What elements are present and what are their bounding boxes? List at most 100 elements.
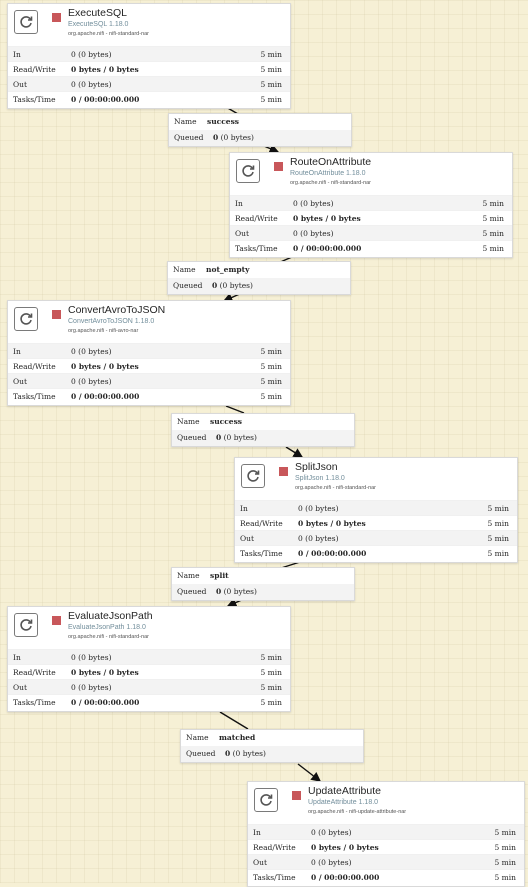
stopped-square-icon[interactable] bbox=[274, 162, 283, 171]
stopped-square-icon[interactable] bbox=[52, 616, 61, 625]
stat-row-in: In 0 (0 bytes) 5 min bbox=[230, 195, 512, 210]
stat-label: Out bbox=[240, 534, 254, 543]
stat-row-read-write: Read/Write 0 bytes / 0 bytes 5 min bbox=[8, 358, 290, 373]
processor-routeonattribute[interactable]: RouteOnAttribute RouteOnAttribute 1.18.0… bbox=[229, 152, 513, 258]
stat-value: 0 (0 bytes) bbox=[71, 377, 112, 386]
stat-value: 0 (0 bytes) bbox=[71, 50, 112, 59]
processor-header: RouteOnAttribute RouteOnAttribute 1.18.0… bbox=[230, 153, 512, 195]
stat-time: 5 min bbox=[260, 668, 283, 677]
connection-name-row: Name split bbox=[172, 568, 354, 584]
connection-queued-row: Queued 0 (0 bytes) bbox=[172, 584, 354, 600]
connection-queued-row: Queued 0 (0 bytes) bbox=[168, 278, 350, 294]
queued-size: (0 bytes) bbox=[220, 133, 254, 142]
stat-time: 5 min bbox=[260, 50, 283, 59]
queued-count: 0 bbox=[225, 749, 231, 758]
stat-label: Out bbox=[13, 377, 27, 386]
stat-row-tasks-time: Tasks/Time 0 / 00:00:00.000 5 min bbox=[248, 869, 524, 884]
stat-row-out: Out 0 (0 bytes) 5 min bbox=[8, 76, 290, 91]
stat-time: 5 min bbox=[260, 653, 283, 662]
processor-splitjson[interactable]: SplitJson SplitJson 1.18.0 org.apache.ni… bbox=[234, 457, 518, 563]
stat-time: 5 min bbox=[260, 377, 283, 386]
stat-value: 0 (0 bytes) bbox=[71, 80, 112, 89]
refresh-icon bbox=[254, 788, 278, 812]
processor-type: EvaluateJsonPath 1.18.0 bbox=[68, 624, 146, 631]
connection-queued-row: Queued 0 (0 bytes) bbox=[172, 430, 354, 446]
processor-updateattribute[interactable]: UpdateAttribute UpdateAttribute 1.18.0 o… bbox=[247, 781, 525, 887]
stat-label: In bbox=[13, 347, 21, 356]
stat-time: 5 min bbox=[260, 392, 283, 401]
stat-row-read-write: Read/Write 0 bytes / 0 bytes 5 min bbox=[8, 61, 290, 76]
stat-row-read-write: Read/Write 0 bytes / 0 bytes 5 min bbox=[235, 515, 517, 530]
stat-label: Out bbox=[13, 80, 27, 89]
connection-name-row: Name not_empty bbox=[168, 262, 350, 278]
stat-label: In bbox=[240, 504, 248, 513]
processor-bundle: org.apache.nifi - nifi-standard-nar bbox=[290, 180, 372, 186]
flow-canvas[interactable]: ExecuteSQL ExecuteSQL 1.18.0 org.apache.… bbox=[0, 0, 528, 887]
stopped-square-icon[interactable] bbox=[292, 791, 301, 800]
stat-row-in: In 0 (0 bytes) 5 min bbox=[8, 343, 290, 358]
processor-type: SplitJson 1.18.0 bbox=[295, 475, 345, 482]
stat-label: Tasks/Time bbox=[235, 244, 278, 253]
connection-name: success bbox=[210, 417, 243, 426]
stat-time: 5 min bbox=[482, 214, 505, 223]
connection-label-success[interactable]: Name success Queued 0 (0 bytes) bbox=[171, 413, 355, 447]
processor-header: ConvertAvroToJSON ConvertAvroToJSON 1.18… bbox=[8, 301, 290, 343]
connection-queued-key: Queued bbox=[174, 133, 204, 142]
connection-name-key: Name bbox=[177, 417, 200, 426]
connection-name-key: Name bbox=[173, 265, 196, 274]
processor-type: ConvertAvroToJSON 1.18.0 bbox=[68, 318, 155, 325]
stopped-square-icon[interactable] bbox=[279, 467, 288, 476]
stat-row-tasks-time: Tasks/Time 0 / 00:00:00.000 5 min bbox=[230, 240, 512, 255]
processor-bundle: org.apache.nifi - nifi-standard-nar bbox=[68, 634, 150, 640]
processor-header: UpdateAttribute UpdateAttribute 1.18.0 o… bbox=[248, 782, 524, 824]
stat-value: 0 / 00:00:00.000 bbox=[71, 392, 140, 401]
stat-row-read-write: Read/Write 0 bytes / 0 bytes 5 min bbox=[8, 664, 290, 679]
stat-label: In bbox=[253, 828, 261, 837]
stat-label: In bbox=[13, 653, 21, 662]
stat-label: Read/Write bbox=[240, 519, 283, 528]
connection-name-row: Name success bbox=[169, 114, 351, 130]
edge-5-end[interactable] bbox=[297, 763, 322, 782]
connection-queued: 0 (0 bytes) bbox=[212, 278, 253, 294]
stat-value: 0 (0 bytes) bbox=[71, 683, 112, 692]
stat-row-out: Out 0 (0 bytes) 5 min bbox=[248, 854, 524, 869]
processor-convertavrotojson[interactable]: ConvertAvroToJSON ConvertAvroToJSON 1.18… bbox=[7, 300, 291, 406]
stat-value: 0 / 00:00:00.000 bbox=[71, 698, 140, 707]
stopped-square-icon[interactable] bbox=[52, 13, 61, 22]
connection-name-row: Name success bbox=[172, 414, 354, 430]
processor-header: ExecuteSQL ExecuteSQL 1.18.0 org.apache.… bbox=[8, 4, 290, 46]
processor-header: EvaluateJsonPath EvaluateJsonPath 1.18.0… bbox=[8, 607, 290, 649]
refresh-icon bbox=[236, 159, 260, 183]
processor-name: RouteOnAttribute bbox=[290, 156, 372, 168]
connection-name: split bbox=[210, 571, 229, 580]
processor-type: ExecuteSQL 1.18.0 bbox=[68, 21, 129, 28]
processor-type: RouteOnAttribute 1.18.0 bbox=[290, 170, 366, 177]
connection-label-success[interactable]: Name success Queued 0 (0 bytes) bbox=[168, 113, 352, 147]
stat-row-out: Out 0 (0 bytes) 5 min bbox=[230, 225, 512, 240]
stat-row-out: Out 0 (0 bytes) 5 min bbox=[235, 530, 517, 545]
stat-label: Out bbox=[13, 683, 27, 692]
stat-value: 0 (0 bytes) bbox=[293, 229, 334, 238]
queued-count: 0 bbox=[212, 281, 218, 290]
queued-size: (0 bytes) bbox=[219, 281, 253, 290]
stat-row-tasks-time: Tasks/Time 0 / 00:00:00.000 5 min bbox=[8, 388, 290, 403]
edge-3-end[interactable] bbox=[285, 446, 304, 458]
connection-name-key: Name bbox=[174, 117, 197, 126]
processor-name: EvaluateJsonPath bbox=[68, 610, 153, 622]
processor-evaluatejsonpath[interactable]: EvaluateJsonPath EvaluateJsonPath 1.18.0… bbox=[7, 606, 291, 712]
edge-5-start[interactable] bbox=[219, 711, 249, 730]
queued-size: (0 bytes) bbox=[223, 587, 257, 596]
processor-name: ExecuteSQL bbox=[68, 7, 127, 19]
stat-time: 5 min bbox=[260, 65, 283, 74]
stat-label: Tasks/Time bbox=[13, 392, 56, 401]
stat-value: 0 bytes / 0 bytes bbox=[71, 362, 139, 371]
stat-time: 5 min bbox=[482, 199, 505, 208]
edge-3-start[interactable] bbox=[225, 405, 245, 414]
processor-bundle: org.apache.nifi - nifi-standard-nar bbox=[295, 485, 377, 491]
connection-label-not-empty[interactable]: Name not_empty Queued 0 (0 bytes) bbox=[167, 261, 351, 295]
processor-executesql[interactable]: ExecuteSQL ExecuteSQL 1.18.0 org.apache.… bbox=[7, 3, 291, 109]
stat-label: In bbox=[13, 50, 21, 59]
connection-label-matched[interactable]: Name matched Queued 0 (0 bytes) bbox=[180, 729, 364, 763]
stopped-square-icon[interactable] bbox=[52, 310, 61, 319]
connection-label-split[interactable]: Name split Queued 0 (0 bytes) bbox=[171, 567, 355, 601]
